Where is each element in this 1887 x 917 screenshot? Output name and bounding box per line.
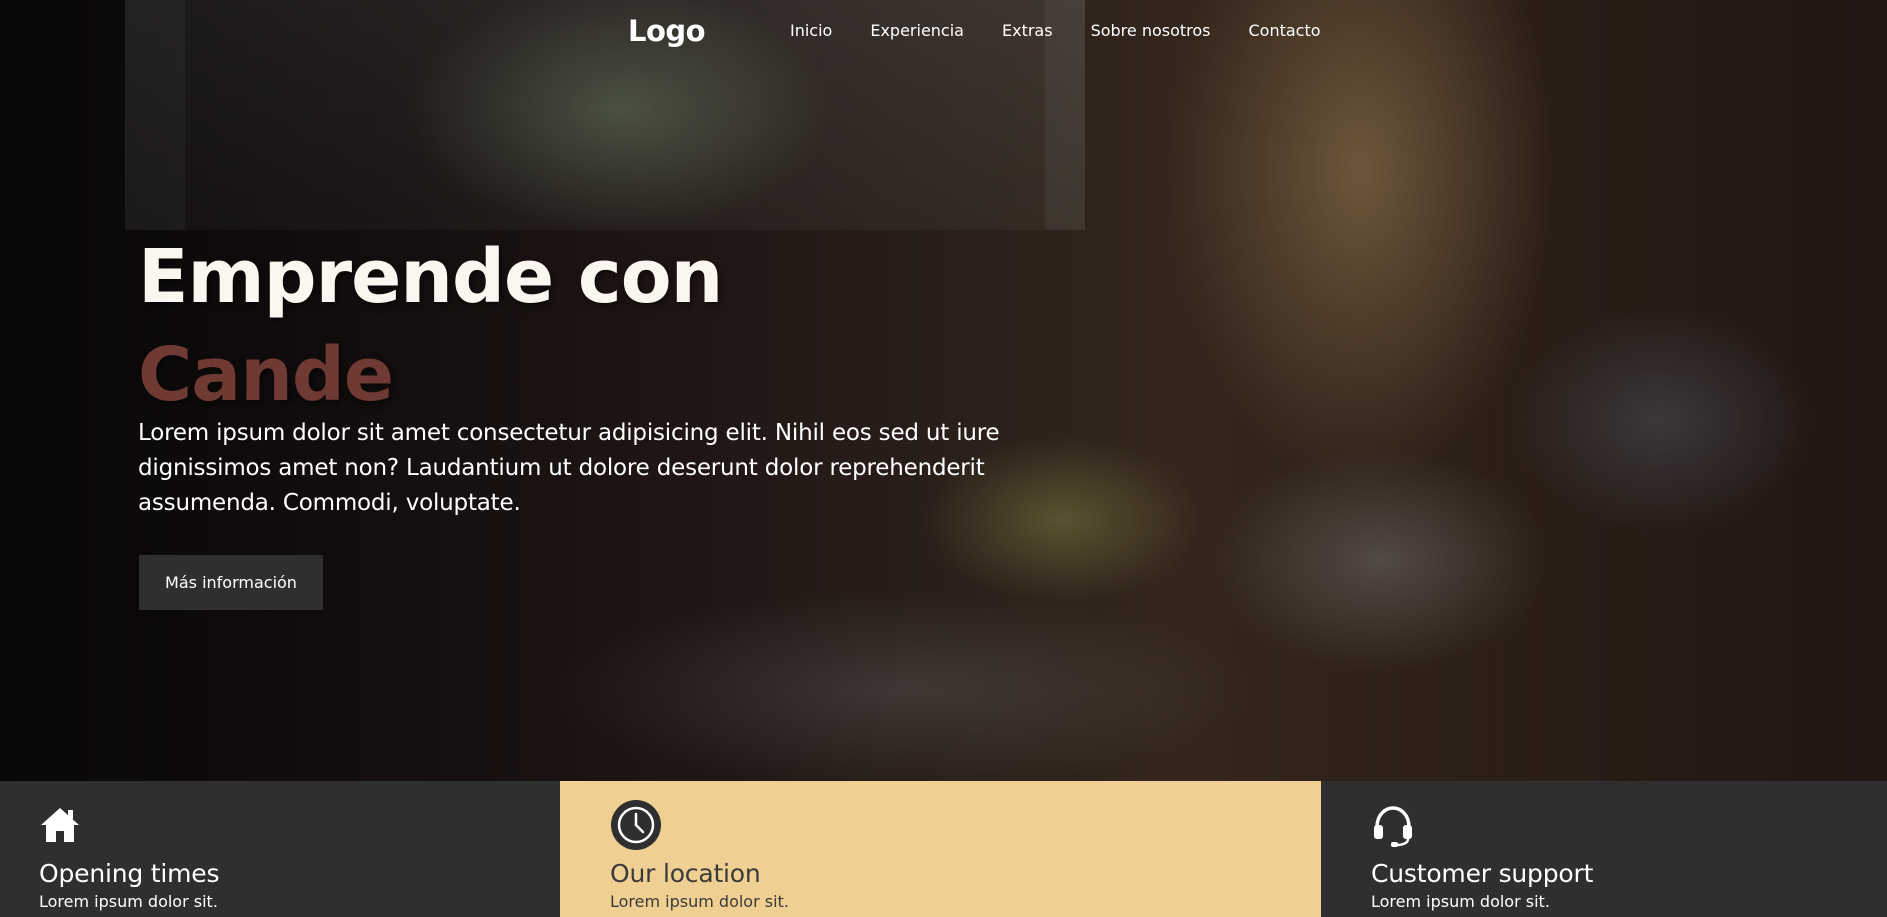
- hero-title: Emprende con Cande: [138, 228, 723, 424]
- nav-link-inicio[interactable]: Inicio: [790, 21, 832, 40]
- hero-title-highlight: Cande: [138, 332, 394, 418]
- home-icon: [39, 799, 91, 851]
- feature-our-location: Our location Lorem ipsum dolor sit.: [560, 781, 1321, 917]
- nav-link-experiencia[interactable]: Experiencia: [870, 21, 964, 40]
- feature-title: Customer support: [1371, 859, 1594, 888]
- logo[interactable]: Logo: [628, 14, 706, 48]
- feature-text: Lorem ipsum dolor sit.: [39, 892, 218, 911]
- nav-link-contacto[interactable]: Contacto: [1249, 21, 1321, 40]
- headset-icon: [1371, 799, 1423, 851]
- feature-title: Opening times: [39, 859, 220, 888]
- more-info-button[interactable]: Más información: [139, 555, 323, 610]
- hero-section: Logo Inicio Experiencia Extras Sobre nos…: [0, 0, 1887, 781]
- hero-title-line1: Emprende con: [138, 234, 723, 320]
- nav-links: Inicio Experiencia Extras Sobre nosotros…: [790, 21, 1321, 40]
- features-bar: Opening times Lorem ipsum dolor sit. Our…: [0, 781, 1887, 917]
- nav-link-extras[interactable]: Extras: [1002, 21, 1053, 40]
- feature-customer-support: Customer support Lorem ipsum dolor sit.: [1321, 781, 1887, 917]
- nav-link-sobre-nosotros[interactable]: Sobre nosotros: [1091, 21, 1211, 40]
- feature-opening-times: Opening times Lorem ipsum dolor sit.: [0, 781, 560, 917]
- feature-text: Lorem ipsum dolor sit.: [1371, 892, 1550, 911]
- top-navigation: Logo Inicio Experiencia Extras Sobre nos…: [0, 0, 1887, 64]
- clock-icon: [610, 799, 662, 851]
- feature-title: Our location: [610, 859, 761, 888]
- hero-description: Lorem ipsum dolor sit amet consectetur a…: [138, 420, 1000, 516]
- feature-text: Lorem ipsum dolor sit.: [610, 892, 789, 911]
